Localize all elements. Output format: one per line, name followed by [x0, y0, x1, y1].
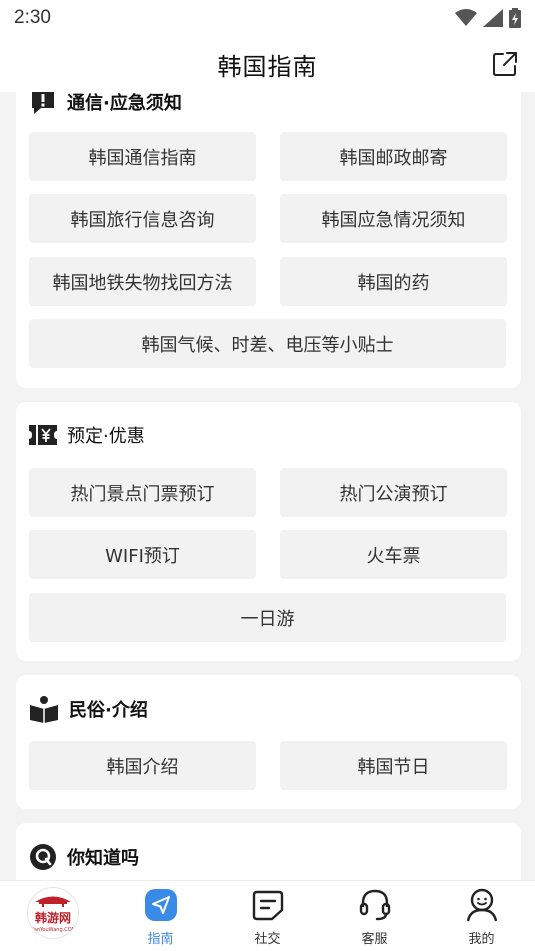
user-profile-icon	[466, 888, 497, 922]
logo-text: 韩游网	[34, 911, 71, 925]
nav-item-customer-service[interactable]: 客服	[321, 881, 428, 951]
section-title: 通信·应急须知	[67, 93, 182, 114]
section-card-didyouknow: 你知道吗	[16, 823, 521, 880]
section-card-telecom: 通信·应急须知 韩国通信指南 韩国邮政邮寄 韩国旅行信息咨询 韩国应急情况须知 …	[16, 92, 521, 388]
nav-icon-wrapper	[250, 887, 286, 923]
logo-subtext: HanYouWang.COM	[30, 927, 76, 933]
nav-label-guide: 指南	[147, 932, 174, 947]
guide-button-climate-tips[interactable]: 韩国气候、时差、电压等小贴士	[29, 319, 506, 368]
alert-bubble-icon	[32, 92, 54, 114]
nav-label-customer-service: 客服	[361, 932, 388, 947]
nav-icon-wrapper	[464, 887, 500, 923]
section-title: 民俗·介绍	[69, 700, 148, 721]
chat-note-icon	[252, 890, 283, 921]
app-logo[interactable]: 韩游网 HanYouWang.COM	[27, 887, 79, 939]
nav-icon-wrapper	[357, 887, 393, 923]
culture-button-korea-intro[interactable]: 韩国介绍	[29, 741, 256, 790]
wifi-icon	[455, 9, 477, 26]
page-title: 韩国指南	[217, 52, 318, 81]
culture-button-korea-holidays[interactable]: 韩国节日	[280, 741, 507, 790]
share-button[interactable]	[491, 50, 519, 78]
content-scroll-area[interactable]: 通信·应急须知 韩国通信指南 韩国邮政邮寄 韩国旅行信息咨询 韩国应急情况须知 …	[0, 92, 535, 880]
external-link-icon	[493, 52, 517, 76]
nav-icon-wrapper	[143, 887, 179, 923]
section-header-telecom: 通信·应急须知	[29, 92, 182, 116]
status-bar: 2:30	[0, 0, 535, 36]
section-title: 你知道吗	[67, 848, 139, 869]
section-header-culture: 民俗·介绍	[29, 695, 148, 723]
battery-icon	[509, 8, 521, 28]
nav-item-guide[interactable]: 指南	[107, 881, 214, 951]
bottom-navigation: 韩游网 HanYouWang.COM 指南 社交 客服 我的	[0, 880, 535, 951]
guide-navigation-icon	[144, 889, 177, 921]
guide-button-subway-lost-found[interactable]: 韩国地铁失物找回方法	[29, 257, 256, 306]
section-title: 预定·优惠	[67, 426, 145, 447]
booking-button-day-tour[interactable]: 一日游	[29, 593, 506, 642]
ticket-yen-icon	[29, 425, 57, 445]
section-header-booking: 预定·优惠	[29, 422, 145, 448]
section-header-didyouknow: 你知道吗	[29, 843, 139, 871]
section-card-culture: 民俗·介绍 韩国介绍 韩国节日	[16, 675, 521, 809]
booking-button-attraction-tickets[interactable]: 热门景点门票预订	[29, 468, 256, 517]
nav-label-profile: 我的	[468, 932, 495, 947]
nav-item-profile[interactable]: 我的	[428, 881, 535, 951]
guide-button-korea-postal[interactable]: 韩国邮政邮寄	[280, 132, 507, 181]
guide-button-travel-info[interactable]: 韩国旅行信息咨询	[29, 194, 256, 243]
booking-button-wifi[interactable]: WIFI预订	[29, 530, 256, 579]
guide-button-korea-telecom[interactable]: 韩国通信指南	[29, 132, 256, 181]
booking-button-performances[interactable]: 热门公演预订	[280, 468, 507, 517]
status-time: 2:30	[14, 7, 51, 28]
headset-icon	[359, 889, 390, 921]
nav-label-social: 社交	[254, 932, 281, 947]
title-bar: 韩国指南	[0, 36, 535, 92]
nav-item-social[interactable]: 社交	[214, 881, 321, 951]
status-icons	[455, 8, 521, 28]
section-card-booking: 预定·优惠 热门景点门票预订 热门公演预订 WIFI预订 火车票 一日游	[16, 402, 521, 661]
cell-signal-icon	[483, 9, 503, 27]
guide-button-emergency[interactable]: 韩国应急情况须知	[280, 194, 507, 243]
question-bubble-icon	[30, 844, 56, 870]
palace-roof-icon	[35, 896, 71, 907]
guide-button-korean-medicine[interactable]: 韩国的药	[280, 257, 507, 306]
booking-button-train-tickets[interactable]: 火车票	[280, 530, 507, 579]
open-book-icon	[30, 696, 58, 723]
